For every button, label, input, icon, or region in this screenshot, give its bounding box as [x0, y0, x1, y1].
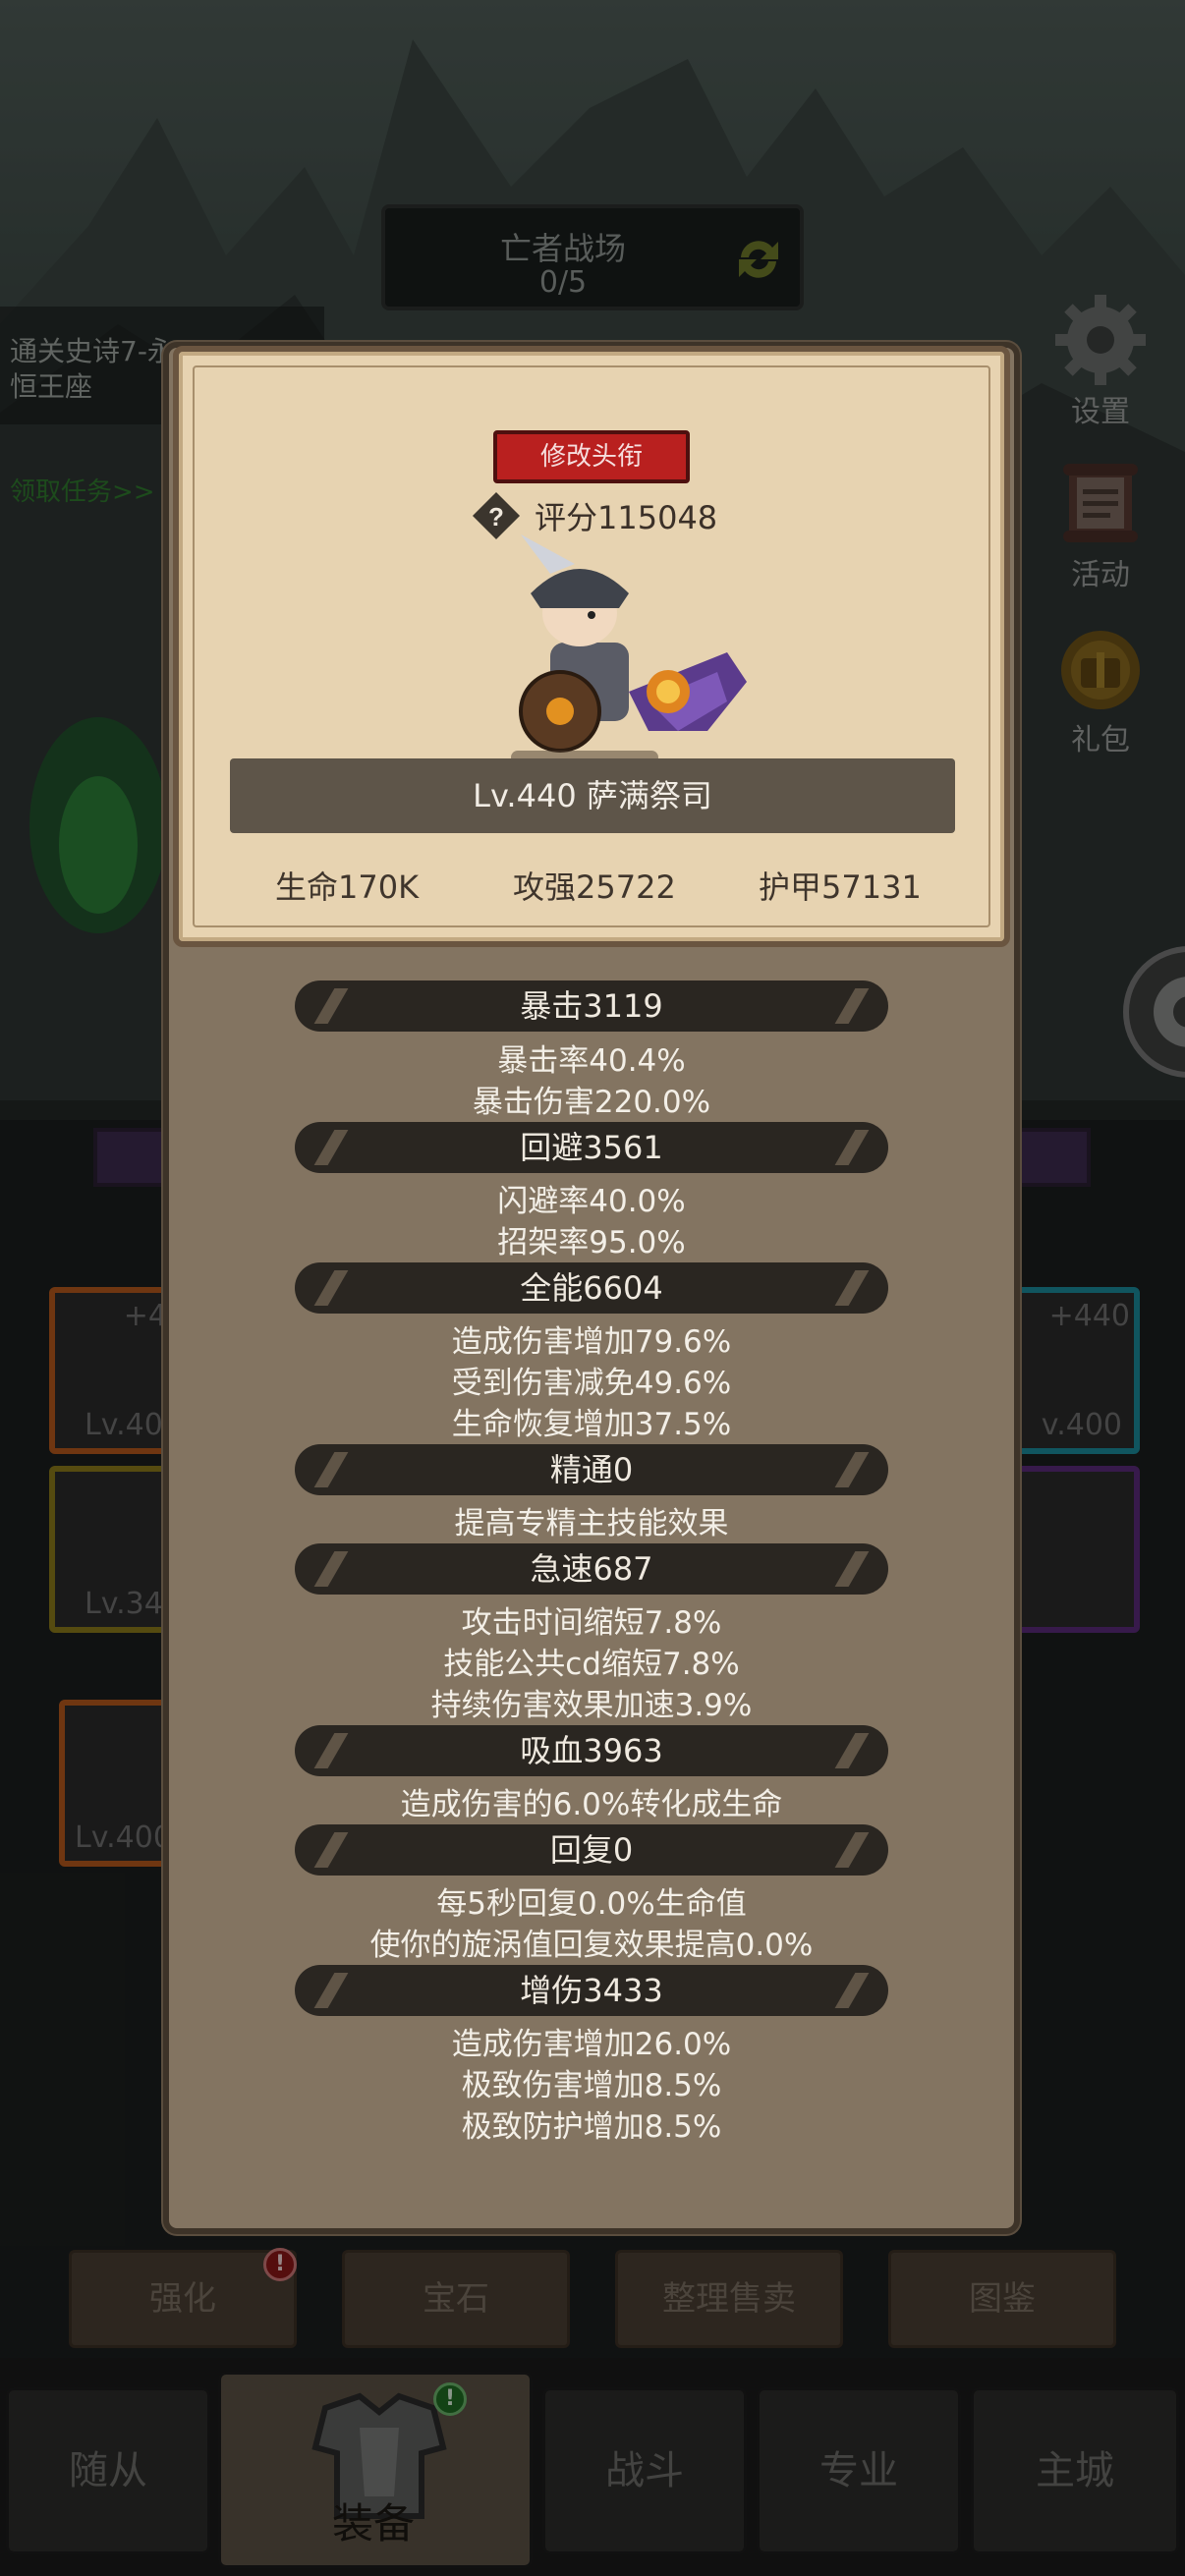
stat-line-crit-damage: 暴击伤害220.0%: [472, 1085, 711, 1120]
combat-score: 评分115048: [535, 499, 718, 536]
stat-header-evasion: 回避3561: [295, 1122, 888, 1173]
stat-line-damage-reduction: 受到伤害减免49.6%: [451, 1366, 732, 1401]
change-title-button[interactable]: 修改头衔: [493, 430, 690, 483]
help-icon-glyph: ?: [488, 502, 504, 532]
stat-line-dodge-rate: 闪避率40.0%: [497, 1184, 686, 1219]
stat-header-regen: 回复0: [295, 1824, 888, 1876]
stat-line-lifesteal-conversion: 造成伤害的6.0%转化成生命: [400, 1787, 783, 1822]
stat-line-parry-rate: 招架率95.0%: [497, 1225, 686, 1260]
stat-header-damage-bonus: 增伤3433: [295, 1965, 888, 2016]
stat-line-extreme-damage: 极致伤害增加8.5%: [461, 2068, 722, 2103]
stat-line-gcd: 技能公共cd缩短7.8%: [443, 1647, 740, 1682]
shaman-hero-avatar: [511, 534, 747, 764]
stat-armor: 护甲57131: [759, 868, 922, 906]
stat-attack-power: 攻强25722: [513, 868, 676, 906]
stat-line-heal-increase: 生命恢复增加37.5%: [451, 1407, 732, 1442]
stat-line-extreme-defense: 极致防护增加8.5%: [461, 2109, 722, 2145]
stat-line-attack-time: 攻击时间缩短7.8%: [461, 1605, 722, 1641]
stat-line-crit-rate: 暴击率40.4%: [497, 1043, 686, 1079]
stat-hp: 生命170K: [275, 868, 420, 906]
stat-line-damage-bonus: 造成伤害增加26.0%: [451, 2027, 732, 2062]
stat-line-regen-per-5s: 每5秒回复0.0%生命值: [436, 1886, 747, 1922]
stat-line-dot-speed: 持续伤害效果加速3.9%: [430, 1688, 753, 1723]
hero-name-bar: Lv.440 萨满祭司: [230, 758, 955, 833]
stat-line-damage-increase: 造成伤害增加79.6%: [451, 1324, 732, 1360]
stat-line-vortex-regen: 使你的旋涡值回复效果提高0.0%: [369, 1928, 814, 1963]
stat-header-crit: 暴击3119: [295, 980, 888, 1032]
stat-header-versatility: 全能6604: [295, 1262, 888, 1314]
stat-header-mastery: 精通0: [295, 1444, 888, 1495]
stat-header-haste: 急速687: [295, 1543, 888, 1595]
stat-header-lifesteal: 吸血3963: [295, 1725, 888, 1776]
stat-line-mastery-effect: 提高专精主技能效果: [454, 1506, 729, 1541]
